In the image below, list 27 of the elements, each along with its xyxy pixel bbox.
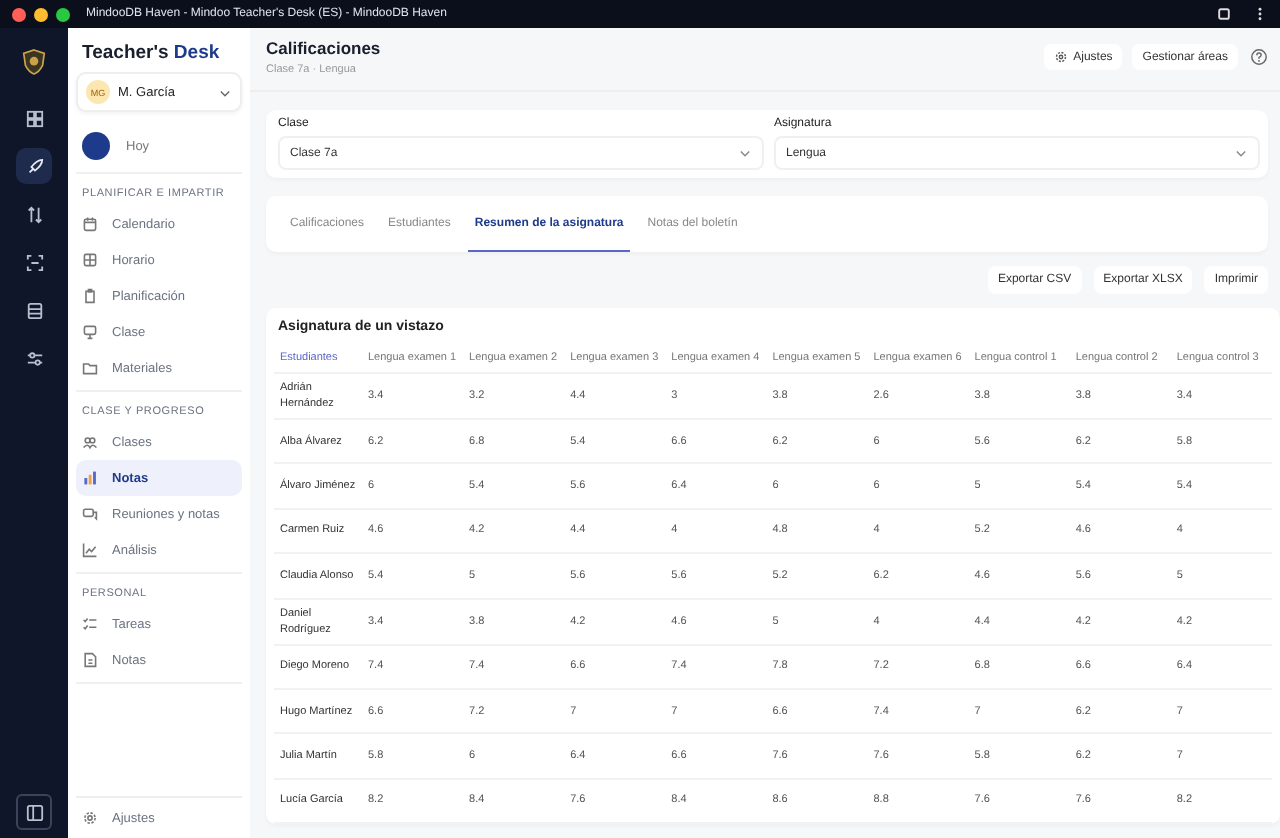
checklist-icon [82,616,98,632]
sidebar-toggle-icon[interactable] [16,794,52,830]
settings-icon [82,810,98,826]
today-avatar-icon [82,132,110,160]
note-icon [82,652,98,668]
chevron-down-icon [218,85,232,99]
close-window-icon[interactable] [12,7,26,21]
clipboard-icon [82,288,98,304]
folder-icon [82,360,98,376]
presentation-icon [82,324,98,340]
app-brand: Teacher's Desk [80,40,222,68]
chevron-down-icon [1234,146,1248,160]
bar-chart-icon [82,470,98,486]
line-chart-icon [82,542,98,558]
chevron-down-icon [738,146,752,160]
calendar-icon [82,216,98,232]
maximize-window-icon[interactable] [56,7,70,21]
settings-icon [1053,50,1068,64]
extension-icon[interactable] [1216,6,1232,22]
people-icon [82,434,98,450]
chat-icon [82,506,98,522]
page-title: Calificaciones [266,38,383,58]
grid-icon [82,252,98,268]
shield-logo-icon [22,48,46,76]
rocket-icon[interactable] [16,148,52,184]
minimize-window-icon[interactable] [34,7,48,21]
help-icon[interactable] [1250,48,1268,66]
